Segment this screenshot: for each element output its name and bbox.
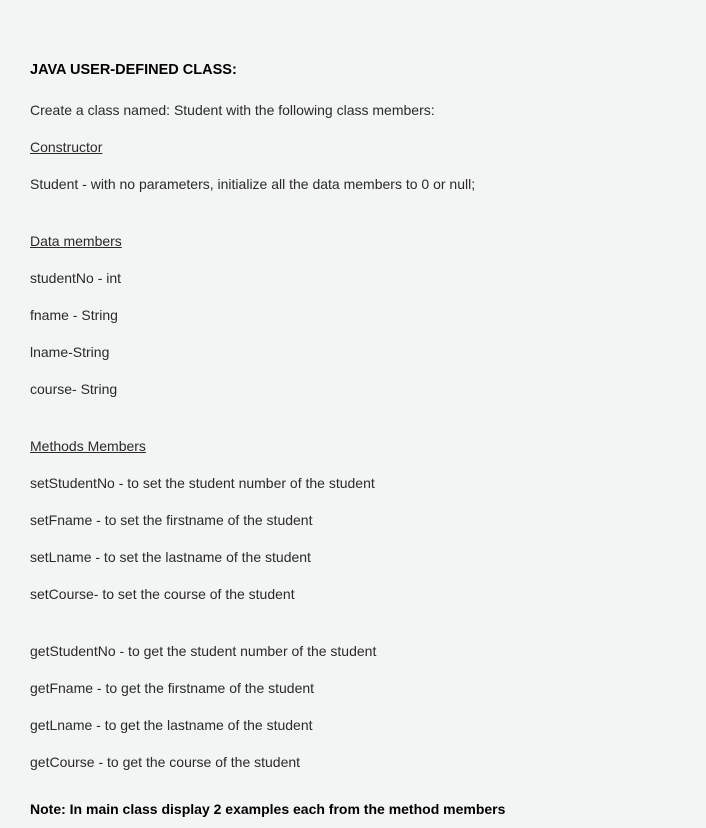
method-setter-item: setStudentNo - to set the student number… xyxy=(30,473,676,494)
method-setter-item: setFname - to set the firstname of the s… xyxy=(30,510,676,531)
data-member-item: studentNo - int xyxy=(30,268,676,289)
document-title: JAVA USER-DEFINED CLASS: xyxy=(30,60,676,82)
method-getter-item: getLname - to get the lastname of the st… xyxy=(30,715,676,736)
intro-text: Create a class named: Student with the f… xyxy=(30,100,676,121)
data-member-item: lname-String xyxy=(30,342,676,363)
method-setter-item: setCourse- to set the course of the stud… xyxy=(30,584,676,605)
data-member-item: fname - String xyxy=(30,305,676,326)
constructor-line: Student - with no parameters, initialize… xyxy=(30,174,676,195)
methods-heading: Methods Members xyxy=(30,436,676,457)
data-member-item: course- String xyxy=(30,379,676,400)
method-getter-item: getStudentNo - to get the student number… xyxy=(30,641,676,662)
note-text: Note: In main class display 2 examples e… xyxy=(30,799,676,820)
method-getter-item: getCourse - to get the course of the stu… xyxy=(30,752,676,773)
method-setter-item: setLname - to set the lastname of the st… xyxy=(30,547,676,568)
data-members-heading: Data members xyxy=(30,231,676,252)
method-getter-item: getFname - to get the firstname of the s… xyxy=(30,678,676,699)
constructor-heading: Constructor xyxy=(30,137,676,158)
